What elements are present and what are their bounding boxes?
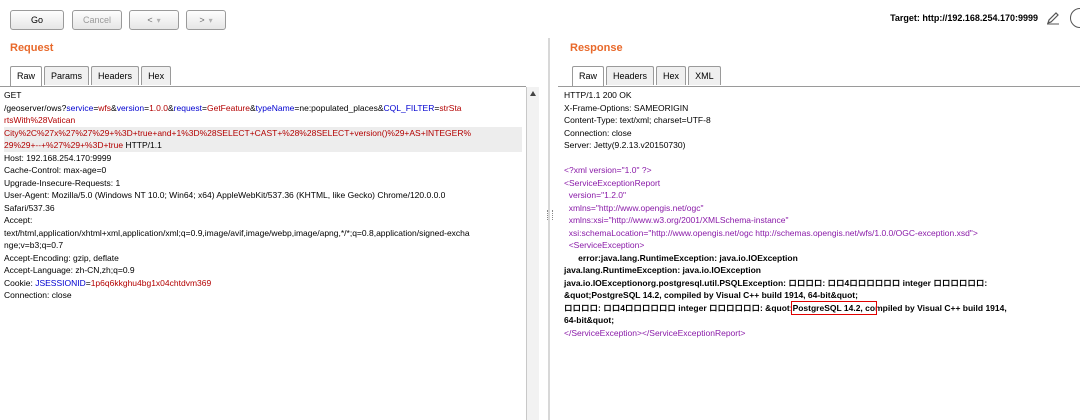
response-line: java.lang.RuntimeException: java.io.IOEx… — [564, 265, 761, 275]
response-line — [564, 152, 1076, 165]
scroll-up-icon[interactable] — [530, 91, 536, 96]
forward-dropdown-icon[interactable]: ▾ — [209, 12, 213, 30]
response-line: Content-Type: text/xml; charset=UTF-8 — [564, 115, 711, 125]
request-line: Connection: close — [4, 290, 72, 300]
cancel-button[interactable]: Cancel — [72, 10, 122, 30]
request-line: Cookie: JSESSIONID=1p6q6kkghu4bg1x04chtd… — [4, 277, 212, 288]
help-icon[interactable] — [1070, 8, 1080, 28]
response-line: Connection: close — [564, 127, 632, 138]
tab-hex[interactable]: Hex — [141, 66, 172, 85]
request-line: Safari/537.36 — [4, 202, 55, 213]
response-line: error:java.lang.RuntimeException: java.i… — [564, 252, 798, 263]
highlight-box: PostgreSQL 14.2, co — [790, 300, 878, 315]
forward-button[interactable]: > ▾ — [186, 10, 226, 30]
response-editor[interactable]: HTTP/1.1 200 OK X-Frame-Options: SAMEORI… — [558, 87, 1080, 420]
response-tabs: Raw Headers Hex XML — [572, 66, 723, 86]
request-line: User-Agent: Mozilla/5.0 (Windows NT 10.0… — [4, 190, 446, 200]
request-line: 29%29+--+%27%29+%3D+true HTTP/1.1 — [4, 139, 522, 152]
response-line: HTTP/1.1 200 OK — [564, 90, 632, 100]
back-dropdown-icon[interactable]: ▾ — [157, 12, 161, 30]
forward-arrow-icon: > — [199, 15, 205, 25]
pane-divider[interactable] — [548, 38, 550, 420]
request-line: Upgrade-Insecure-Requests: 1 — [4, 177, 121, 188]
request-title: Request — [10, 42, 54, 54]
request-tabs: Raw Params Headers Hex — [10, 66, 173, 86]
request-line: City%2C%27x%27%27%29+%3D+true+and+1%3D%2… — [4, 126, 522, 139]
edit-target-icon[interactable] — [1045, 10, 1061, 26]
back-arrow-icon: < — [147, 15, 153, 25]
target-label: Target: http://192.168.254.170:9999 — [890, 13, 1038, 23]
response-pane: Response Raw Headers Hex XML HTTP/1.1 20… — [558, 38, 1080, 420]
request-editor[interactable]: GET /geoserver/ows?service=wfs&version=1… — [0, 87, 527, 420]
request-line: GET — [4, 90, 22, 100]
tab-hex[interactable]: Hex — [656, 66, 687, 85]
response-line: &quot;PostgreSQL 14.2, compiled by Visua… — [564, 290, 858, 300]
response-line: version="1.2.0" — [564, 190, 627, 200]
tab-headers[interactable]: Headers — [606, 66, 655, 85]
response-title: Response — [570, 42, 623, 54]
response-line: <ServiceExceptionReport — [564, 177, 661, 188]
tab-headers[interactable]: Headers — [91, 66, 140, 85]
back-button[interactable]: < ▾ — [129, 10, 179, 30]
request-line: /geoserver/ows?service=wfs&version=1.0.0… — [4, 102, 462, 113]
request-line: Cache-Control: max-age=0 — [4, 165, 107, 175]
request-pane: Request Raw Params Headers Hex GET /geos… — [0, 38, 540, 420]
divider-grip-icon[interactable] — [547, 210, 553, 220]
request-scrollbar[interactable] — [527, 87, 539, 420]
response-line: Server: Jetty(9.2.13.v20150730) — [564, 140, 686, 150]
go-button[interactable]: Go — [10, 10, 64, 30]
request-line: Host: 192.168.254.170:9999 — [4, 152, 112, 163]
response-line: xsi:schemaLocation="http://www.opengis.n… — [564, 227, 978, 238]
request-line: rtsWith%28Vatican — [4, 115, 76, 125]
request-line: Accept: — [4, 215, 33, 225]
request-line: Accept-Encoding: gzip, deflate — [4, 252, 119, 263]
response-line: java.io.IOExceptionorg.postgresql.util.P… — [564, 277, 988, 288]
request-line: Accept-Language: zh-CN,zh;q=0.9 — [4, 265, 135, 275]
response-line: </ServiceException></ServiceExceptionRep… — [564, 327, 746, 338]
response-line: 64-bit&quot; — [564, 315, 615, 325]
request-line: text/html,application/xhtml+xml,applicat… — [4, 227, 470, 238]
tab-xml[interactable]: XML — [688, 66, 721, 85]
response-line: xmlns:xsi="http://www.w3.org/2001/XMLSch… — [564, 215, 789, 225]
response-line: ロロロロ: ロロ4ロロロロロロ integer ロロロロロロ: &quot;Po… — [564, 300, 1007, 315]
tab-params[interactable]: Params — [44, 66, 90, 85]
tab-raw[interactable]: Raw — [10, 66, 43, 86]
toolbar: Go Cancel < ▾ > ▾ Target: http://192.168.2… — [0, 0, 1080, 38]
response-line: <?xml version="1.0" ?> — [564, 165, 652, 175]
response-line: X-Frame-Options: SAMEORIGIN — [564, 102, 689, 113]
tab-raw[interactable]: Raw — [572, 66, 605, 86]
response-line: xmlns="http://www.opengis.net/ogc" — [564, 202, 704, 213]
response-line: <ServiceException> — [564, 240, 645, 250]
request-line: nge;v=b3;q=0.7 — [4, 240, 64, 250]
